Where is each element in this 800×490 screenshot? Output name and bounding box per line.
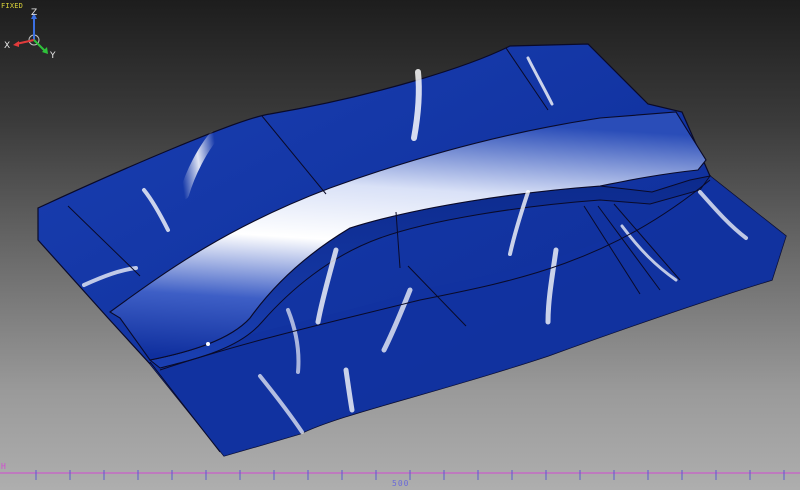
- ruler-value: 500: [392, 479, 410, 488]
- scale-ruler: H 500: [0, 462, 800, 490]
- ruler-ticks: [35, 470, 785, 480]
- z-axis-label: Z: [31, 8, 37, 18]
- 3d-model-view[interactable]: [0, 0, 800, 490]
- y-axis-label: Y: [49, 51, 56, 60]
- coordinate-triad[interactable]: Z X Y: [4, 8, 60, 60]
- x-axis-head: [13, 41, 19, 47]
- x-axis-label: X: [4, 41, 10, 51]
- graphics-viewport[interactable]: FIXED Z X Y H 500: [0, 0, 800, 490]
- surface-marker: [206, 342, 210, 346]
